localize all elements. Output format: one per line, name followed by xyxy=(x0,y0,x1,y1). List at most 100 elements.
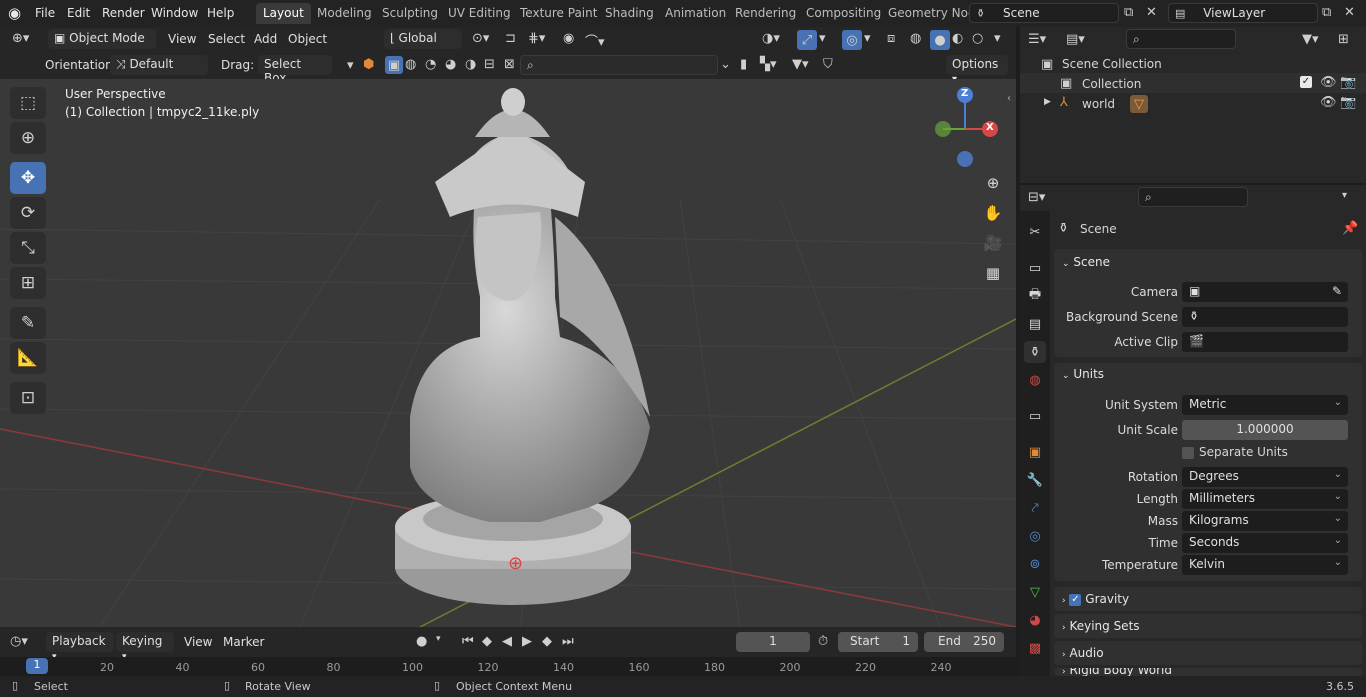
outliner-search-input[interactable]: ⌕ xyxy=(1126,29,1236,49)
menu-select[interactable]: Select xyxy=(208,32,245,46)
scene-panel-header[interactable]: ⌄ Scene xyxy=(1062,255,1110,269)
pivot-point-icon[interactable]: ⊙▾ xyxy=(472,31,489,46)
annotate-tool[interactable]: ✎ xyxy=(10,307,46,339)
menu-help[interactable]: Help xyxy=(207,6,234,20)
output-tab-icon[interactable]: 🖶 xyxy=(1024,285,1046,307)
workspace-tab[interactable]: UV Editing xyxy=(441,3,518,24)
visibility-icon[interactable]: ◑▾ xyxy=(762,31,780,46)
end-frame-field[interactable]: End 250 xyxy=(924,632,1004,652)
gizmo-toggle-icon[interactable]: ⤢ xyxy=(797,30,817,50)
workspace-tab[interactable]: Texture Paint xyxy=(513,3,604,24)
menu-object[interactable]: Object xyxy=(288,32,327,46)
menu-add[interactable]: Add xyxy=(254,32,277,46)
camera-render-icon[interactable]: 📷 xyxy=(1340,75,1356,90)
cursor-tool[interactable]: ⊕ xyxy=(10,122,46,154)
select-mode-extend-icon[interactable]: ◍ xyxy=(405,57,416,72)
blender-logo-icon[interactable]: ◉ xyxy=(8,4,21,22)
view-layer-selector[interactable]: ▤ ViewLayer xyxy=(1168,3,1318,23)
time-dropdown[interactable]: Seconds ⌄ xyxy=(1182,533,1348,553)
eyedropper-icon[interactable]: ✎ xyxy=(1332,284,1342,298)
gravity-checkbox[interactable]: ✓ xyxy=(1069,593,1082,606)
new-collection-icon[interactable]: ⊞ xyxy=(1338,32,1349,47)
new-scene-icon[interactable]: ⧉ xyxy=(1124,5,1133,20)
collection-checkbox[interactable]: ✓ xyxy=(1300,76,1312,88)
record-icon[interactable]: ● xyxy=(416,634,427,649)
menu-edit[interactable]: Edit xyxy=(67,6,90,20)
material-tab-icon[interactable]: ◕ xyxy=(1024,609,1046,631)
funnel-icon[interactable]: ▼▾ xyxy=(792,57,809,72)
rendered-shading-icon[interactable]: ○ xyxy=(972,31,983,46)
sidebar-toggle-icon[interactable]: ‹ xyxy=(1007,93,1011,104)
rigid-body-panel[interactable]: › Rigid Body World xyxy=(1054,668,1362,676)
drag-dropdown[interactable]: Select Box xyxy=(258,55,332,85)
scale-tool[interactable]: ⤡ xyxy=(10,232,46,264)
move-tool[interactable]: ✥ xyxy=(10,162,46,194)
pin-icon[interactable]: 📌 xyxy=(1342,221,1358,236)
marker-menu[interactable]: Marker xyxy=(223,635,264,649)
collection-label[interactable]: Collection xyxy=(1082,77,1141,91)
measure-tool[interactable]: 📐 xyxy=(10,342,46,374)
background-scene-field[interactable]: ⚱ xyxy=(1182,307,1348,327)
material-shading-icon[interactable]: ◐ xyxy=(952,31,963,46)
physics-tab-icon[interactable]: ◎ xyxy=(1024,525,1046,547)
layout-icon[interactable]: ▚▾ xyxy=(760,57,777,72)
keying-sets-panel[interactable]: › Keying Sets xyxy=(1054,614,1362,638)
solid-shading-icon[interactable]: ● xyxy=(930,30,950,50)
select-box-tool[interactable]: ⬚ xyxy=(10,87,46,119)
add-cube-tool[interactable]: ⊡ xyxy=(10,382,46,414)
separate-units-checkbox[interactable] xyxy=(1182,447,1194,459)
workspace-tab[interactable]: Geometry Noc xyxy=(881,3,982,24)
new-view-layer-icon[interactable]: ⧉ xyxy=(1322,5,1331,20)
modifier-icon[interactable]: ▽ xyxy=(1130,95,1148,113)
eye-icon[interactable]: 👁 xyxy=(1320,75,1337,90)
gravity-panel-header[interactable]: › ✓ Gravity xyxy=(1062,592,1129,606)
workspace-tab[interactable]: Shading xyxy=(598,3,661,24)
gizmo-dropdown-icon[interactable]: ▾ xyxy=(819,31,826,46)
start-frame-field[interactable]: Start 1 xyxy=(838,632,918,652)
camera-field[interactable]: ▣ ✎ xyxy=(1182,282,1348,302)
keying-menu[interactable]: Keying ▾ xyxy=(116,632,174,662)
camera-render-icon[interactable]: 📷 xyxy=(1340,95,1356,110)
view-layer-tab-icon[interactable]: ▤ xyxy=(1024,313,1046,335)
texture-tab-icon[interactable]: ▩ xyxy=(1024,637,1046,659)
chevron-down-icon[interactable]: ▾ xyxy=(1342,190,1347,201)
zoom-button[interactable]: ⊕ xyxy=(980,170,1006,196)
render-tab-icon[interactable]: ▭ xyxy=(1024,257,1046,279)
ortho-toggle-button[interactable]: ▦ xyxy=(980,260,1006,286)
remove-scene-icon[interactable]: ✕ xyxy=(1146,5,1157,20)
bookmark-icon[interactable]: ▮ xyxy=(740,57,747,72)
transform-orientation-dropdown[interactable]: ⌊ Global xyxy=(384,29,462,49)
stopwatch-icon[interactable]: ⏱ xyxy=(818,634,828,649)
orientation-dropdown[interactable]: ⤨ Default xyxy=(110,55,208,75)
menu-file[interactable]: File xyxy=(35,6,55,20)
active-clip-field[interactable]: 🎬 xyxy=(1182,332,1348,352)
xray-icon[interactable]: ⧈ xyxy=(887,31,895,46)
workspace-tab[interactable]: Compositing xyxy=(799,3,888,24)
prev-keyframe-icon[interactable]: ◆ xyxy=(482,634,492,649)
viewport-search-input[interactable]: ⌕ xyxy=(520,55,718,75)
bust-model[interactable] xyxy=(380,87,660,617)
audio-panel[interactable]: › Audio xyxy=(1054,641,1362,665)
jump-end-icon[interactable]: ⏭ xyxy=(562,634,574,649)
play-reverse-icon[interactable]: ◀ xyxy=(502,634,512,649)
keying-sets-header[interactable]: › Keying Sets xyxy=(1062,619,1140,633)
transform-tool[interactable]: ⊞ xyxy=(10,267,46,299)
shading-dropdown-icon[interactable]: ▾ xyxy=(994,31,1001,46)
gravity-panel[interactable]: › ✓ Gravity xyxy=(1054,587,1362,611)
overlay-dropdown-icon[interactable]: ▾ xyxy=(864,31,871,46)
object-tab-icon[interactable]: ▣ xyxy=(1024,441,1046,463)
length-dropdown[interactable]: Millimeters ⌄ xyxy=(1182,489,1348,509)
select-mode-invert-icon[interactable]: ◕ xyxy=(445,57,456,72)
menu-window[interactable]: Window xyxy=(151,6,198,20)
constraints-tab-icon[interactable]: ⊚ xyxy=(1024,553,1046,575)
object-types-icon[interactable]: ⬢ xyxy=(363,57,374,72)
filter-icon[interactable]: ⊟ xyxy=(484,57,495,72)
unit-system-dropdown[interactable]: Metric ⌄ xyxy=(1182,395,1348,415)
modifier-tab-icon[interactable]: 🔧 xyxy=(1024,469,1046,491)
wireframe-shading-icon[interactable]: ◍ xyxy=(910,31,921,46)
particles-tab-icon[interactable]: ⤤ xyxy=(1024,497,1046,519)
current-frame-field[interactable]: 1 xyxy=(736,632,810,652)
snap-target-icon[interactable]: ⋕▾ xyxy=(528,31,545,46)
rigid-body-header[interactable]: › Rigid Body World xyxy=(1062,668,1172,676)
bookmark-outline-icon[interactable]: ⌄ xyxy=(720,57,731,72)
